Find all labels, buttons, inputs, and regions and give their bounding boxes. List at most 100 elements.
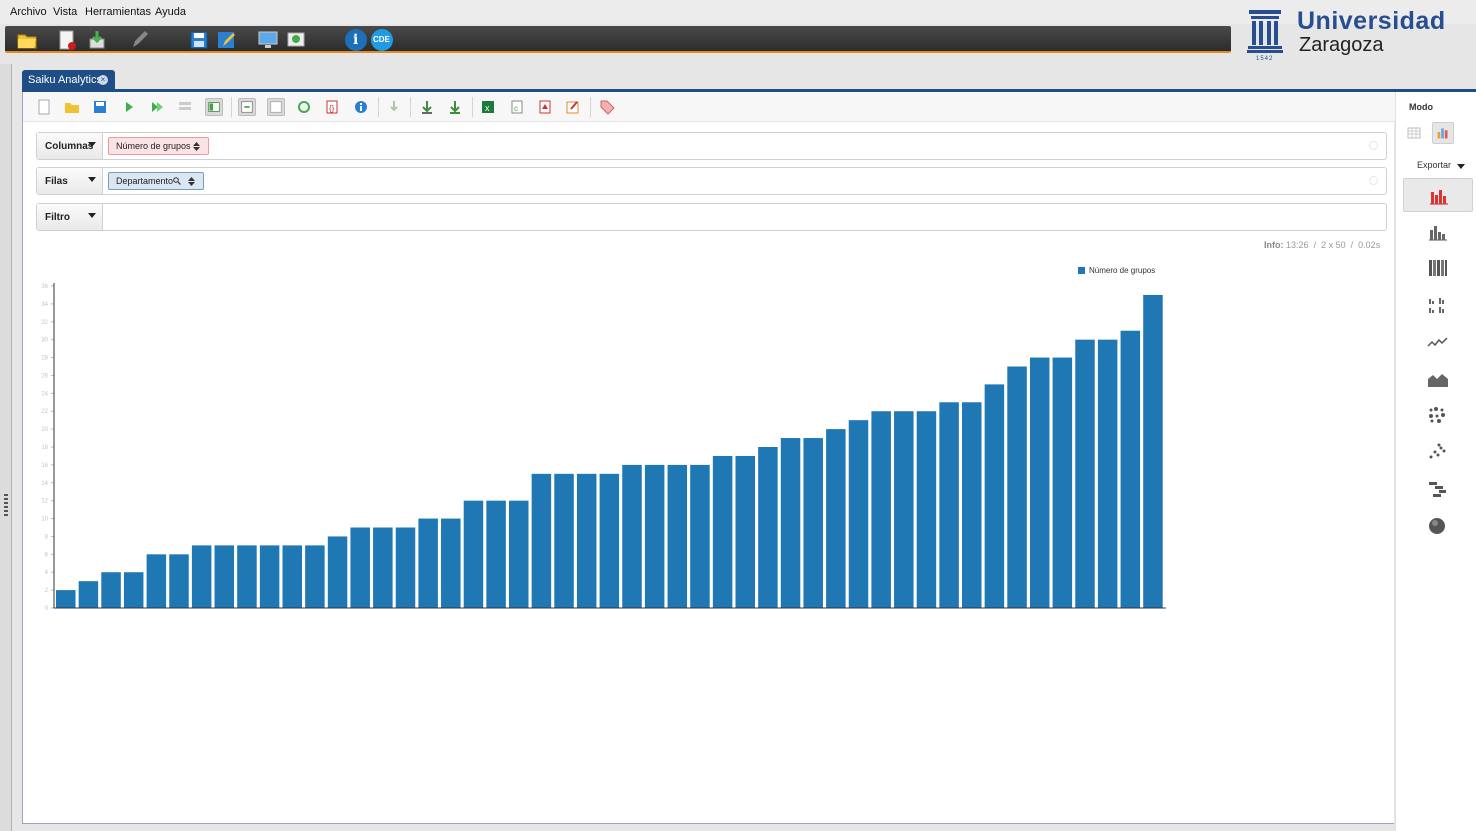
chart-type-bar[interactable] [1403,178,1473,212]
chart-type-pie[interactable] [1403,509,1473,543]
svg-text:{}: {} [329,104,335,113]
chart-type-stacked-bar[interactable] [1403,215,1473,249]
chevron-down-icon [88,142,96,147]
measure-chip[interactable]: Número de grupos [108,137,209,155]
rows-axis[interactable]: Filas Departamento [36,167,1387,195]
chart-bar [282,545,302,608]
filter-axis[interactable]: Filtro [36,203,1387,231]
chart-bar [644,464,665,608]
show-mdx-icon[interactable]: {} [323,98,341,116]
chart-bar [373,527,393,608]
sort-arrows-icon[interactable] [188,177,195,186]
y-tick-label: 36 [41,284,48,290]
toolbar-separator [410,97,411,117]
sort-arrows-icon[interactable] [193,142,200,151]
chart-type-line[interactable] [1403,325,1473,359]
columns-label-text: Columnas [45,141,94,152]
chart-type-waterfall[interactable] [1403,472,1473,506]
chart-type-multiple-bar[interactable] [1403,288,1473,322]
new-report-icon[interactable] [56,29,78,51]
cde-button[interactable]: CDE [371,29,393,51]
columns-axis-label[interactable]: Columnas [37,133,103,159]
menu-archivo[interactable]: Archivo [10,6,47,18]
import-icon[interactable] [86,29,108,51]
drill-down-member-icon[interactable] [446,98,464,116]
chart-type-area[interactable] [1403,362,1473,396]
y-tick-label: 12 [41,499,48,505]
table-mode-icon[interactable] [1403,122,1425,144]
tab-close-icon[interactable]: × [98,75,108,85]
monitor-icon[interactable] [257,29,279,51]
info-time: 13:26 [1286,240,1309,250]
menu-herramientas[interactable]: Herramientas [85,6,151,18]
non-empty-icon[interactable] [238,98,256,116]
save-icon[interactable] [188,29,210,51]
automatic-execution-icon[interactable] [148,98,166,116]
chart-type-scatter[interactable] [1403,435,1473,469]
swap-axis-icon[interactable] [267,98,285,116]
chart-mode-icon[interactable] [1432,122,1454,144]
y-tick-label: 0 [45,606,49,612]
save-query-icon[interactable] [91,98,109,116]
run-query-icon[interactable] [120,98,138,116]
toolbar-separator [378,97,379,117]
resize-handle[interactable] [4,494,8,516]
chart-bar [191,545,212,608]
filter-axis-label[interactable]: Filtro [37,204,103,230]
save-edit-icon[interactable] [215,29,237,51]
drill-down-icon[interactable] [418,98,436,116]
menu-vista[interactable]: Vista [53,6,77,18]
export-dropdown[interactable]: Exportar [1417,160,1465,170]
query-info-icon[interactable] [352,98,370,116]
refresh-screen-icon[interactable] [285,29,307,51]
chart-bar [441,518,461,608]
chart-type-100-bar[interactable] [1403,251,1473,285]
y-tick-label: 34 [41,302,48,308]
pie-chart-icon [1429,518,1445,534]
tag-icon[interactable] [598,98,616,116]
info-button[interactable]: i [345,29,367,51]
rows-axis-label[interactable]: Filas [37,168,103,194]
chart-bar [237,545,257,608]
drillthrough-icon[interactable] [385,98,403,116]
zoom-mode-icon[interactable] [564,98,582,116]
y-tick-label: 4 [45,570,49,576]
y-tick-label: 14 [41,481,48,487]
chart-bar [622,464,642,608]
export-xls-icon[interactable]: x [479,98,497,116]
percent-bar-icon [1429,260,1447,276]
line-chart-icon [1427,337,1448,347]
dot-grid-icon [1429,407,1445,423]
search-icon[interactable] [173,177,181,185]
open-folder-icon[interactable] [16,29,38,51]
chart-bar [123,572,144,608]
legend-label: Número de grupos [1089,266,1155,275]
new-query-icon[interactable] [35,98,53,116]
export-pdf-icon[interactable] [536,98,554,116]
chart-bar [826,429,846,608]
chart-bar [1143,294,1163,608]
chart-type-heatgrid[interactable] [1403,398,1473,432]
university-building-icon [1247,10,1283,53]
logo-zaragoza: Zaragoza [1299,34,1384,56]
clear-axis-icon[interactable] [1369,141,1378,150]
dimension-chip[interactable]: Departamento [108,172,204,190]
toggle-sidebar-icon[interactable] [205,98,223,116]
edit-pencil-icon[interactable] [129,29,151,51]
columns-axis[interactable]: Columnas Número de grupos [36,132,1387,160]
chart-bar [803,438,823,608]
chart-bar [939,402,959,608]
tab-saiku-analytics[interactable]: Saiku Analytics × [22,70,115,90]
chart-bar [305,545,325,608]
export-csv-icon[interactable]: c [508,98,526,116]
main-toolbar: i CDE [5,26,1231,53]
clear-axis-icon[interactable] [1369,176,1378,185]
menu-ayuda[interactable]: Ayuda [155,6,186,18]
toggle-fields-icon[interactable] [176,98,194,116]
y-tick-label: 6 [45,552,49,558]
open-query-icon[interactable] [63,98,81,116]
refresh-icon[interactable] [295,98,313,116]
chart-bar [599,473,620,608]
chart-bar [418,518,438,608]
y-tick-label: 10 [41,517,48,523]
